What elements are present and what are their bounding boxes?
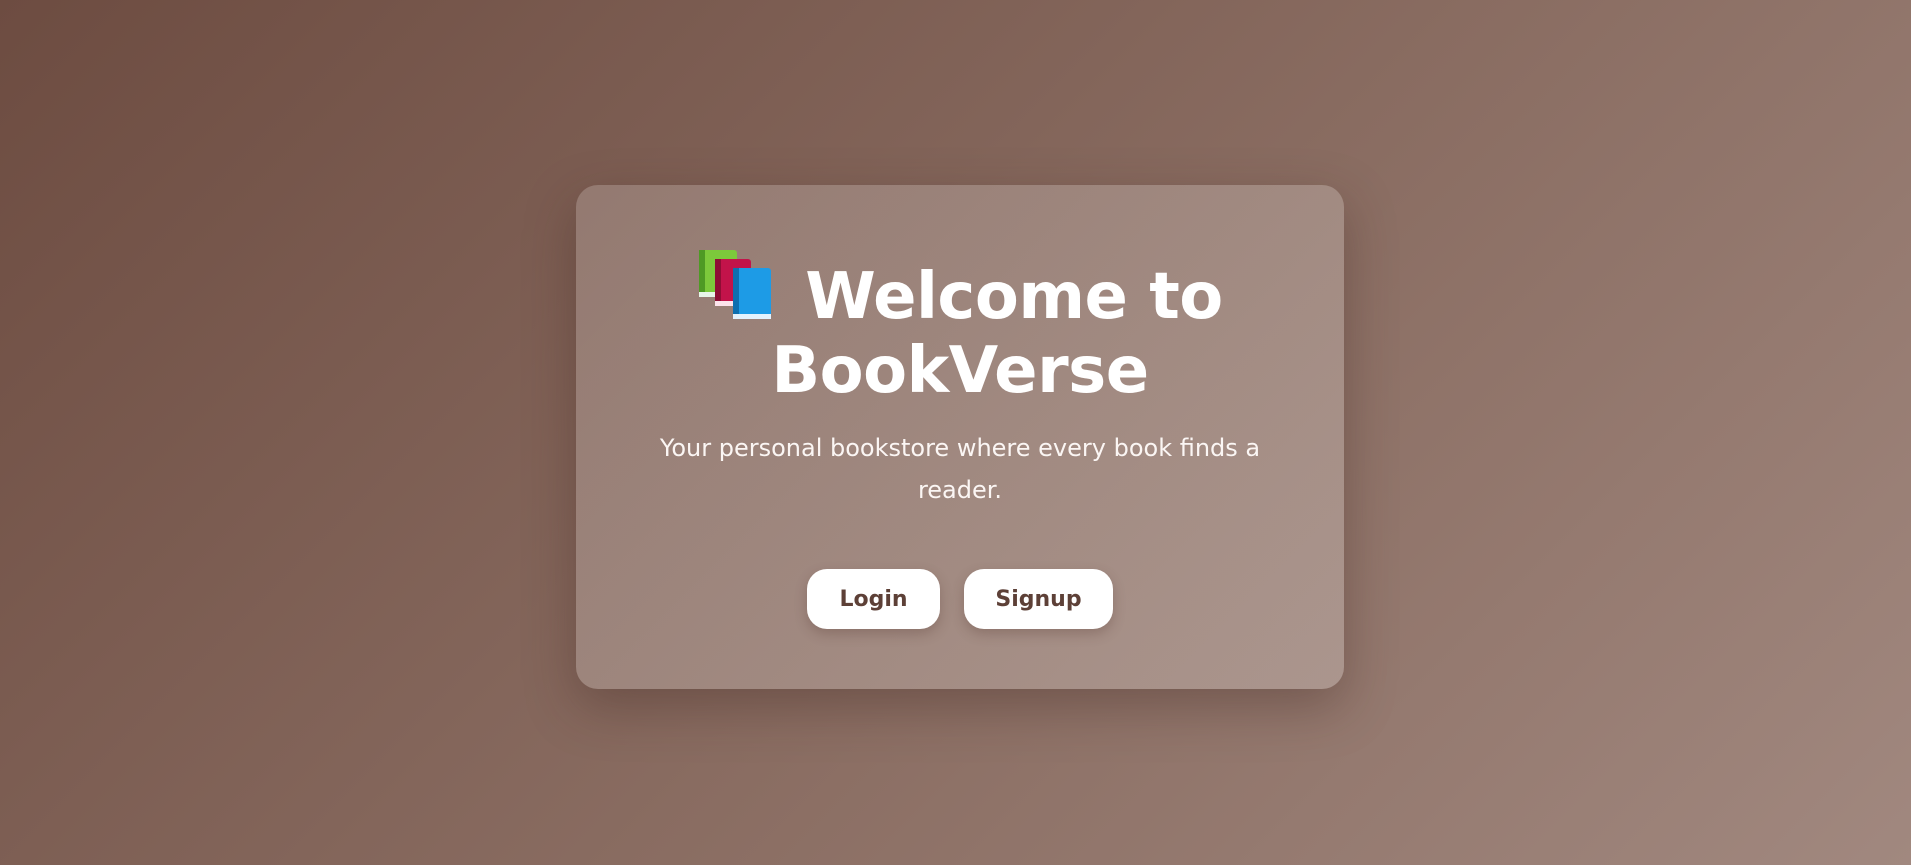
auth-actions: Login Signup — [576, 569, 1344, 629]
title-line-1: Welcome to — [576, 250, 1344, 334]
books-icon — [697, 250, 773, 322]
login-button[interactable]: Login — [807, 569, 940, 629]
title-line-2: BookVerse — [771, 334, 1149, 408]
title-text-welcome: Welcome to — [805, 260, 1223, 334]
signup-button[interactable]: Signup — [964, 569, 1113, 629]
welcome-card: Welcome to BookVerse Your personal books… — [576, 185, 1344, 689]
page-title: Welcome to BookVerse — [576, 250, 1344, 408]
tagline: Your personal bookstore where every book… — [659, 434, 1261, 504]
